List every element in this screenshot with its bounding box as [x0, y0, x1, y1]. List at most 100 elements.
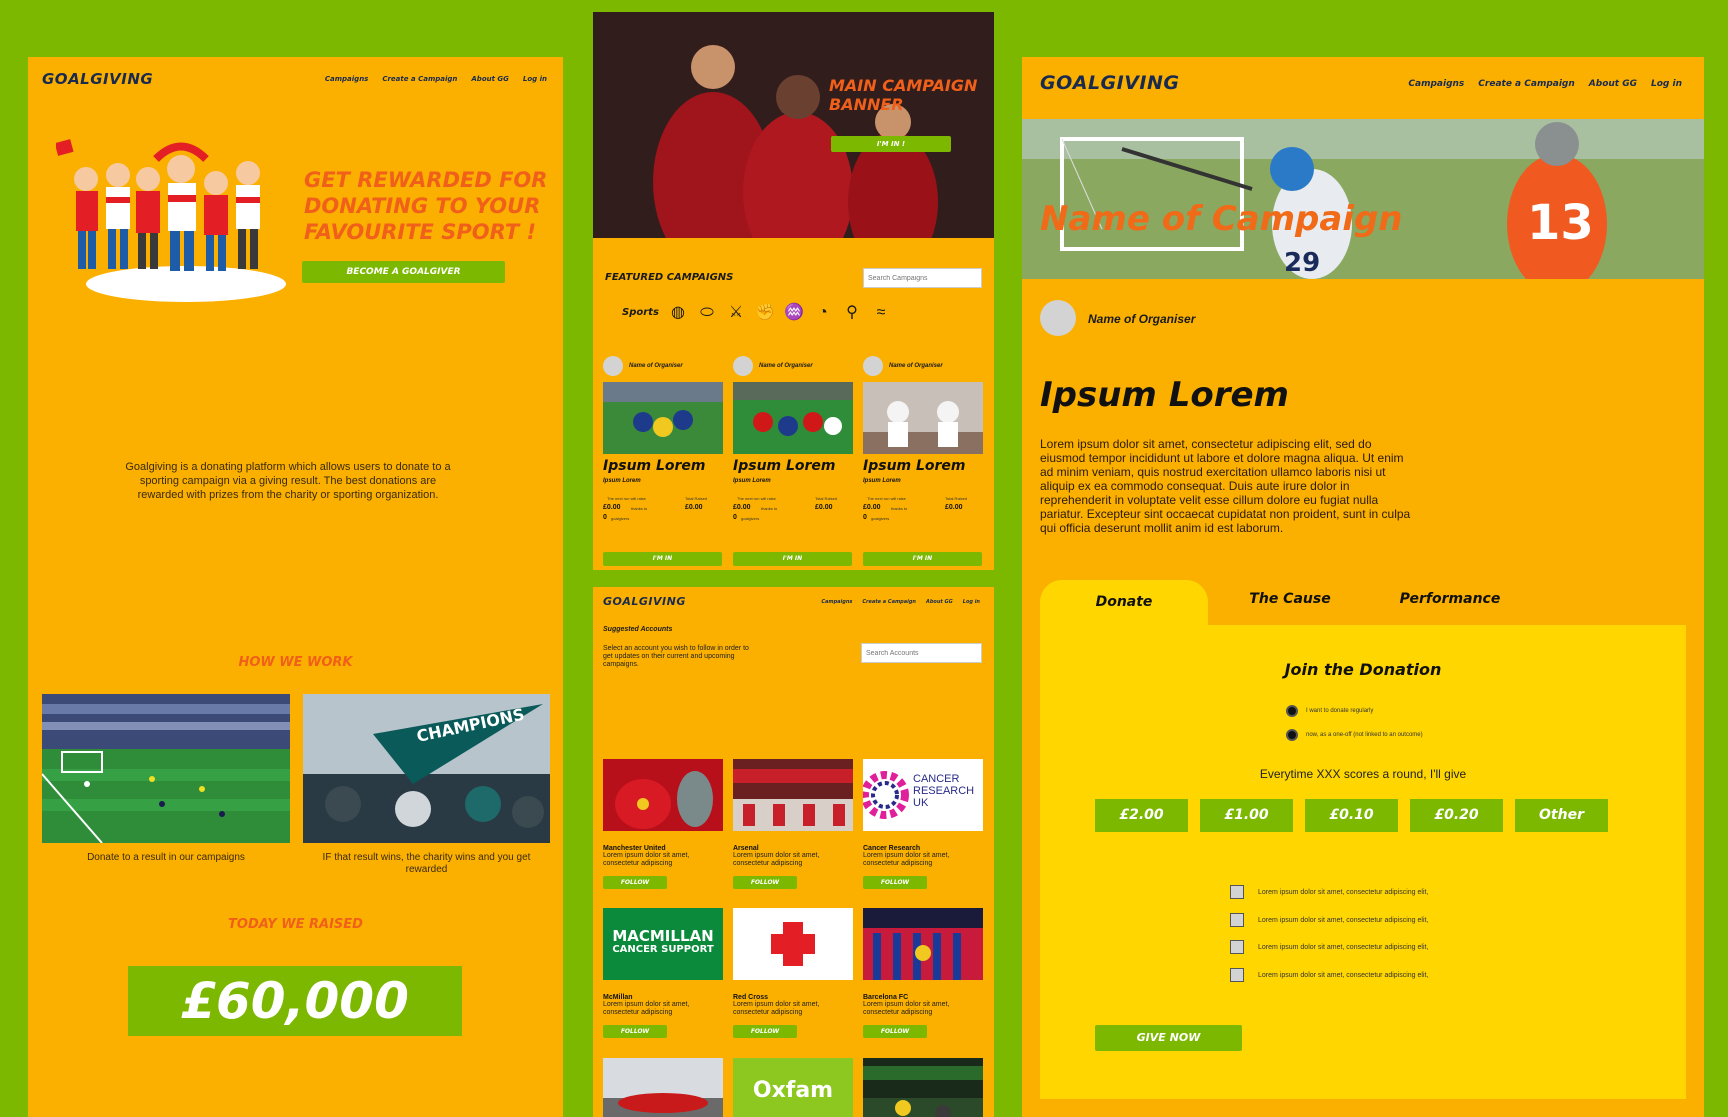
nav-about[interactable]: About GG [471, 75, 509, 83]
donate-one-off-radio[interactable]: now, as a one-off (not linked to an outc… [1286, 729, 1423, 741]
account-card[interactable] [603, 1058, 723, 1117]
account-card[interactable]: Manchester United Lorem ipsum dolor sit … [603, 759, 723, 889]
search-accounts-input[interactable] [861, 643, 982, 663]
amount-options: £2.00 £1.00 £0.10 £0.20 Other [1095, 799, 1608, 832]
nav-login[interactable]: Log in [963, 599, 980, 605]
terms-checkbox[interactable]: Lorem ipsum dolor sit amet, consectetur … [1230, 940, 1428, 954]
amount-1-button[interactable]: £1.00 [1200, 799, 1293, 832]
campaign-image [863, 382, 983, 454]
today-raised-heading: TODAY WE RAISED [228, 917, 363, 932]
become-goalgiver-button[interactable]: BECOME A GOALGIVER [302, 261, 505, 283]
avatar [603, 356, 623, 376]
follow-button[interactable]: FOLLOW [603, 876, 667, 889]
campaign-subtitle: Ipsum Lorem [733, 478, 771, 484]
brand-logo[interactable]: GOALGIVING [603, 595, 686, 608]
account-description: Lorem ipsum dolor sit amet, consectetur … [603, 1001, 690, 1016]
featured-heading: FEATURED CAMPAIGNS [605, 272, 734, 283]
terms-checkbox[interactable]: Lorem ipsum dolor sit amet, consectetur … [1230, 913, 1428, 927]
account-card[interactable] [863, 1058, 983, 1117]
total-raised-label: Total Raised [945, 496, 968, 501]
nav-login[interactable]: Log in [523, 75, 547, 83]
organiser-name[interactable]: Name of Organiser [1088, 312, 1195, 326]
account-card[interactable]: Arsenal Lorem ipsum dolor sit amet, cons… [733, 759, 853, 889]
tab-donate[interactable]: Donate [1040, 580, 1208, 625]
givers-count: 0 [733, 514, 737, 521]
top-nav: Campaigns Create a Campaign About GG Log… [1408, 79, 1682, 89]
donate-regularly-radio[interactable]: I want to donate regularly [1286, 705, 1373, 717]
campaign-card[interactable]: Name of Organiser Ipsum Lorem Ipsum Lore… [863, 356, 983, 566]
volleyball-icon[interactable]: ◍ [667, 302, 689, 324]
nav-create-campaign[interactable]: Create a Campaign [862, 599, 916, 605]
campaign-card[interactable]: Name of Organiser Ipsum Lorem Ipsum Lore… [603, 356, 723, 566]
cancer-research-logo-line2: RESEARCH [913, 785, 975, 797]
nav-campaigns[interactable]: Campaigns [821, 599, 852, 605]
givers-label: goalgivers [741, 516, 760, 521]
checkbox[interactable] [1230, 968, 1244, 982]
account-card[interactable]: Red Cross Lorem ipsum dolor sit amet, co… [733, 908, 853, 1038]
radio-dot[interactable] [1286, 705, 1298, 717]
nav-login[interactable]: Log in [1651, 79, 1682, 89]
amount-2-button[interactable]: £2.00 [1095, 799, 1188, 832]
account-name: Manchester United [603, 845, 666, 852]
account-image [863, 1058, 983, 1117]
im-in-button[interactable]: I'M IN [603, 552, 722, 566]
checkbox[interactable] [1230, 885, 1244, 899]
ball-icon[interactable]: ◔ [812, 302, 834, 324]
follow-button[interactable]: FOLLOW [733, 876, 797, 889]
campaign-title: Ipsum Lorem [863, 458, 966, 474]
radio-dot[interactable] [1286, 729, 1298, 741]
rugby-ball-icon[interactable]: ⬭ [696, 302, 718, 324]
nav-about[interactable]: About GG [926, 599, 953, 605]
banner-im-in-button[interactable]: I'M IN ! [831, 136, 951, 152]
follow-button[interactable]: FOLLOW [603, 1025, 667, 1038]
accounts-page: GOALGIVING Campaigns Create a Campaign A… [593, 587, 994, 1117]
tab-the-cause[interactable]: The Cause [1230, 580, 1350, 625]
cyclist-icon[interactable]: ⚲ [841, 302, 863, 324]
follow-button[interactable]: FOLLOW [863, 1025, 927, 1038]
terms-checkbox[interactable]: Lorem ipsum dolor sit amet, consectetur … [1230, 885, 1428, 899]
account-image: CANCER RESEARCH UK [863, 759, 983, 831]
campaign-card[interactable]: Name of Organiser Ipsum Lorem Ipsum Lore… [733, 356, 853, 566]
terms-checkbox[interactable]: Lorem ipsum dolor sit amet, consectetur … [1230, 968, 1428, 982]
nav-about[interactable]: About GG [1589, 79, 1637, 89]
nav-create-campaign[interactable]: Create a Campaign [1478, 79, 1574, 89]
account-description: Lorem ipsum dolor sit amet, consectetur … [733, 852, 820, 867]
hero-title: GET REWARDED FOR DONATING TO YOUR FAVOUR… [304, 168, 548, 244]
im-in-button[interactable]: I'M IN [863, 552, 982, 566]
cancer-research-logo-line3: UK [913, 797, 929, 809]
im-in-button[interactable]: I'M IN [733, 552, 852, 566]
account-description: Lorem ipsum dolor sit amet, consectetur … [863, 852, 950, 867]
how-we-work-heading: HOW WE WORK [238, 655, 353, 670]
nav-create-campaign[interactable]: Create a Campaign [382, 75, 457, 83]
account-image [733, 759, 853, 831]
amount-other-button[interactable]: Other [1515, 799, 1608, 832]
account-card[interactable]: Barcelona FC Lorem ipsum dolor sit amet,… [863, 908, 983, 1038]
swimmer-icon[interactable]: ♒ [783, 302, 805, 324]
follow-button[interactable]: FOLLOW [863, 876, 927, 889]
boxing-glove-icon[interactable]: ✊ [754, 302, 776, 324]
macmillan-logo-line2: CANCER SUPPORT [612, 944, 714, 955]
donate-panel: Join the Donation I want to donate regul… [1040, 625, 1686, 1099]
swimming-icon[interactable]: ≈ [870, 302, 892, 324]
brand-logo[interactable]: GOALGIVING [42, 70, 153, 88]
account-card[interactable]: CANCER RESEARCH UK Cancer Research Lorem… [863, 759, 983, 889]
cricket-icon[interactable]: ⚔ [725, 302, 747, 324]
total-raised-label: Total Raised [685, 496, 708, 501]
checkbox[interactable] [1230, 913, 1244, 927]
amount-020-button[interactable]: £0.20 [1410, 799, 1503, 832]
search-campaigns-input[interactable] [863, 268, 982, 288]
give-now-button[interactable]: GIVE NOW [1095, 1025, 1242, 1051]
follow-button[interactable]: FOLLOW [733, 1025, 797, 1038]
account-card[interactable]: MACMILLAN CANCER SUPPORT McMillan Lorem … [603, 908, 723, 1038]
amount-010-button[interactable]: £0.10 [1305, 799, 1398, 832]
account-card[interactable]: Oxfam [733, 1058, 853, 1117]
total-raised-label: Total Raised [815, 496, 838, 501]
nav-campaigns[interactable]: Campaigns [1408, 79, 1464, 89]
brand-logo[interactable]: GOALGIVING [1040, 72, 1180, 94]
thanks-to-label: thanks to [891, 506, 908, 511]
red-cross-logo [733, 908, 853, 980]
checkbox[interactable] [1230, 940, 1244, 954]
nav-campaigns[interactable]: Campaigns [325, 75, 368, 83]
tab-performance[interactable]: Performance [1370, 580, 1530, 625]
checkbox-label: Lorem ipsum dolor sit amet, consectetur … [1258, 971, 1429, 979]
